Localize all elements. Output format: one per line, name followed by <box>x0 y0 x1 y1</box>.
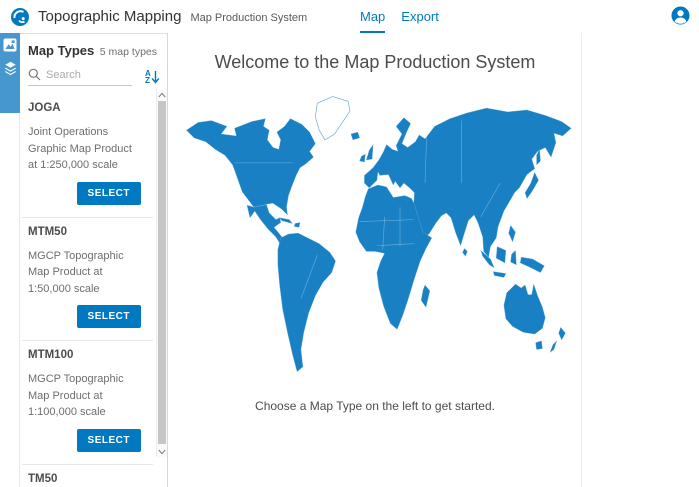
app-title: Topographic Mapping <box>38 8 181 25</box>
tool-strip-active-group <box>0 33 20 113</box>
nav-tab-export[interactable]: Export <box>401 9 439 33</box>
app-logo-icon <box>10 7 30 27</box>
sort-az-icon[interactable]: A Z <box>145 70 160 84</box>
app-subtitle: Map Production System <box>190 12 307 24</box>
panel-title: Map Types <box>28 43 94 58</box>
map-type-card-mtm50: MTM50 MGCP Topographic Map Product at 1:… <box>20 218 155 341</box>
map-type-description: MGCP Topographic Map Product at 1:100,00… <box>28 371 141 421</box>
search-row: A Z <box>28 68 167 86</box>
welcome-title: Welcome to the Map Production System <box>169 52 581 73</box>
scrollbar-thumb[interactable] <box>158 101 166 444</box>
map-type-description: MGCP Topographic Map Product at 1:50,000… <box>28 248 141 298</box>
map-type-list: JOGA Joint Operations Graphic Map Produc… <box>20 94 167 486</box>
search-input[interactable] <box>46 69 124 81</box>
map-type-card-tm50: TM50 Topographic Map Product at 1:50,000… <box>20 465 155 487</box>
layers-icon[interactable] <box>3 60 18 77</box>
main-content: Welcome to the Map Production System <box>169 33 582 487</box>
app-window: Topographic Mapping Map Production Syste… <box>0 0 699 487</box>
map-types-header: Map Types 5 map types <box>20 34 167 58</box>
map-type-card-joga: JOGA Joint Operations Graphic Map Produc… <box>20 94 155 217</box>
map-preview-icon[interactable] <box>3 38 17 52</box>
scroll-up-icon[interactable] <box>157 89 167 100</box>
app-header: Topographic Mapping Map Production Syste… <box>0 0 699 33</box>
nav-tab-map[interactable]: Map <box>360 9 385 33</box>
map-type-description: Joint Operations Graphic Map Product at … <box>28 124 141 174</box>
select-button-mtm50[interactable]: SELECT <box>77 305 141 328</box>
world-map-container <box>169 87 581 385</box>
sort-direction-arrow <box>151 70 160 84</box>
search-icon <box>28 68 41 81</box>
map-type-name: MTM100 <box>28 349 141 361</box>
select-button-mtm100[interactable]: SELECT <box>77 429 141 452</box>
map-type-name: TM50 <box>28 473 141 485</box>
top-nav: Map Export <box>360 0 439 33</box>
world-map-image <box>173 87 577 385</box>
user-avatar-icon[interactable] <box>671 6 690 25</box>
map-types-panel: Map Types 5 map types A Z <box>20 33 168 487</box>
search-box[interactable] <box>28 68 132 86</box>
tool-strip <box>0 33 20 487</box>
sidebar-scrollbar[interactable] <box>156 89 167 457</box>
map-type-card-mtm100: MTM100 MGCP Topographic Map Product at 1… <box>20 341 155 464</box>
tool-strip-spacer <box>0 113 20 487</box>
scroll-down-icon[interactable] <box>157 446 167 457</box>
select-button-joga[interactable]: SELECT <box>77 182 141 205</box>
map-type-name: MTM50 <box>28 226 141 238</box>
map-type-count: 5 map types <box>100 46 157 58</box>
map-type-name: JOGA <box>28 102 141 114</box>
helper-text: Choose a Map Type on the left to get sta… <box>169 399 581 413</box>
